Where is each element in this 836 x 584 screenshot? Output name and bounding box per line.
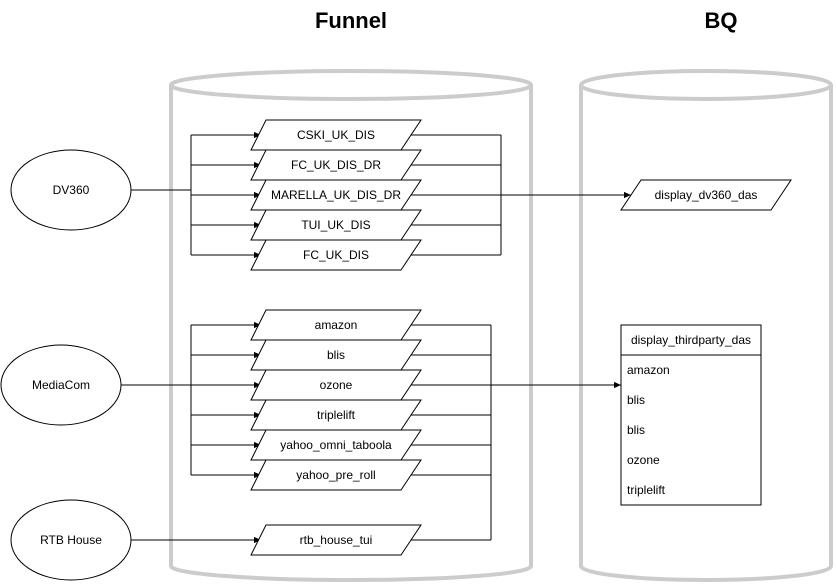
mediacom-table-amazon[interactable]: amazon bbox=[250, 309, 422, 341]
mediacom-table-triplelift[interactable]: triplelift bbox=[250, 399, 422, 431]
table-label: rtb_house_tui bbox=[300, 533, 373, 547]
table-label: FC_UK_DIS bbox=[303, 248, 369, 262]
table-label: MARELLA_UK_DIS_DR bbox=[271, 188, 401, 202]
source-mediacom-label: MediaCom bbox=[32, 378, 90, 392]
mediacom-table-blis[interactable]: blis bbox=[250, 339, 422, 371]
source-rtb-house[interactable]: RTB House bbox=[10, 499, 132, 581]
bq-title: BQ bbox=[705, 8, 738, 33]
dv360-table-tui[interactable]: TUI_UK_DIS bbox=[250, 209, 422, 241]
table-label: yahoo_pre_roll bbox=[296, 468, 375, 482]
thirdparty-header: display_thirdparty_das bbox=[631, 333, 751, 347]
table-label: blis bbox=[327, 348, 345, 362]
dv360-table-fc-dr[interactable]: FC_UK_DIS_DR bbox=[250, 149, 422, 181]
source-dv360-label: DV360 bbox=[53, 183, 90, 197]
mediacom-table-ozone[interactable]: ozone bbox=[250, 369, 422, 401]
source-mediacom[interactable]: MediaCom bbox=[0, 344, 122, 426]
bq-table-label: display_dv360_das bbox=[655, 188, 758, 202]
table-label: TUI_UK_DIS bbox=[301, 218, 370, 232]
bq-display-thirdparty-das[interactable]: display_thirdparty_das amazon blis blis … bbox=[620, 324, 762, 506]
thirdparty-row: blis bbox=[627, 393, 645, 407]
bq-display-dv360-das[interactable]: display_dv360_das bbox=[620, 179, 792, 211]
thirdparty-row: triplelift bbox=[627, 483, 666, 497]
table-label: ozone bbox=[320, 378, 353, 392]
thirdparty-row: ozone bbox=[627, 453, 660, 467]
table-label: triplelift bbox=[317, 408, 356, 422]
mediacom-table-yahoo-pre-roll[interactable]: yahoo_pre_roll bbox=[250, 459, 422, 491]
table-label: CSKI_UK_DIS bbox=[297, 128, 375, 142]
dv360-table-marella[interactable]: MARELLA_UK_DIS_DR bbox=[250, 179, 422, 211]
table-label: FC_UK_DIS_DR bbox=[291, 158, 381, 172]
pipeline-diagram: Funnel BQ DV360 MediaCom RTB House CSKI_… bbox=[0, 8, 833, 582]
source-dv360[interactable]: DV360 bbox=[10, 149, 132, 231]
thirdparty-row: amazon bbox=[627, 363, 670, 377]
rtb-table-rtb-house-tui[interactable]: rtb_house_tui bbox=[250, 524, 422, 556]
table-label: amazon bbox=[315, 318, 358, 332]
source-rtb-house-label: RTB House bbox=[40, 533, 102, 547]
table-label: yahoo_omni_taboola bbox=[280, 438, 392, 452]
mediacom-table-yahoo-omni-taboola[interactable]: yahoo_omni_taboola bbox=[250, 429, 422, 461]
funnel-title: Funnel bbox=[315, 8, 387, 33]
dv360-table-cski[interactable]: CSKI_UK_DIS bbox=[250, 119, 422, 151]
thirdparty-row: blis bbox=[627, 423, 645, 437]
dv360-table-fc[interactable]: FC_UK_DIS bbox=[250, 239, 422, 271]
